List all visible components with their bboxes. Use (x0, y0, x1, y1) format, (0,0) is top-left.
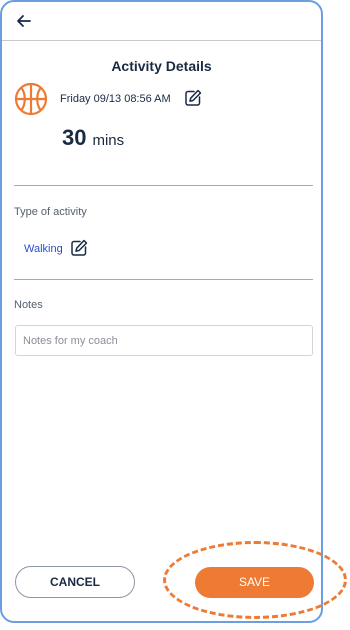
save-button[interactable]: SAVE (195, 567, 314, 598)
edit-activity-pencil-icon[interactable] (69, 238, 89, 258)
divider (14, 185, 313, 186)
activity-datetime: Friday 09/13 08:56 AM (60, 93, 171, 105)
phone-screen: Activity Details Friday 09/13 08:56 AM 3… (0, 0, 323, 623)
divider (14, 279, 313, 280)
top-bar (2, 2, 321, 41)
page-title: Activity Details (111, 58, 212, 74)
duration-unit: mins (92, 132, 125, 149)
notes-input[interactable] (15, 325, 313, 356)
edit-datetime-pencil-icon[interactable] (183, 88, 203, 108)
activity-duration: 30 mins (62, 125, 124, 151)
cancel-button[interactable]: CANCEL (15, 566, 135, 598)
basketball-icon (14, 82, 48, 116)
back-arrow-icon[interactable] (14, 11, 34, 31)
activity-type-value[interactable]: Walking (24, 243, 63, 255)
duration-value: 30 (62, 125, 87, 150)
notes-label: Notes (14, 299, 43, 311)
type-of-activity-label: Type of activity (14, 206, 87, 218)
